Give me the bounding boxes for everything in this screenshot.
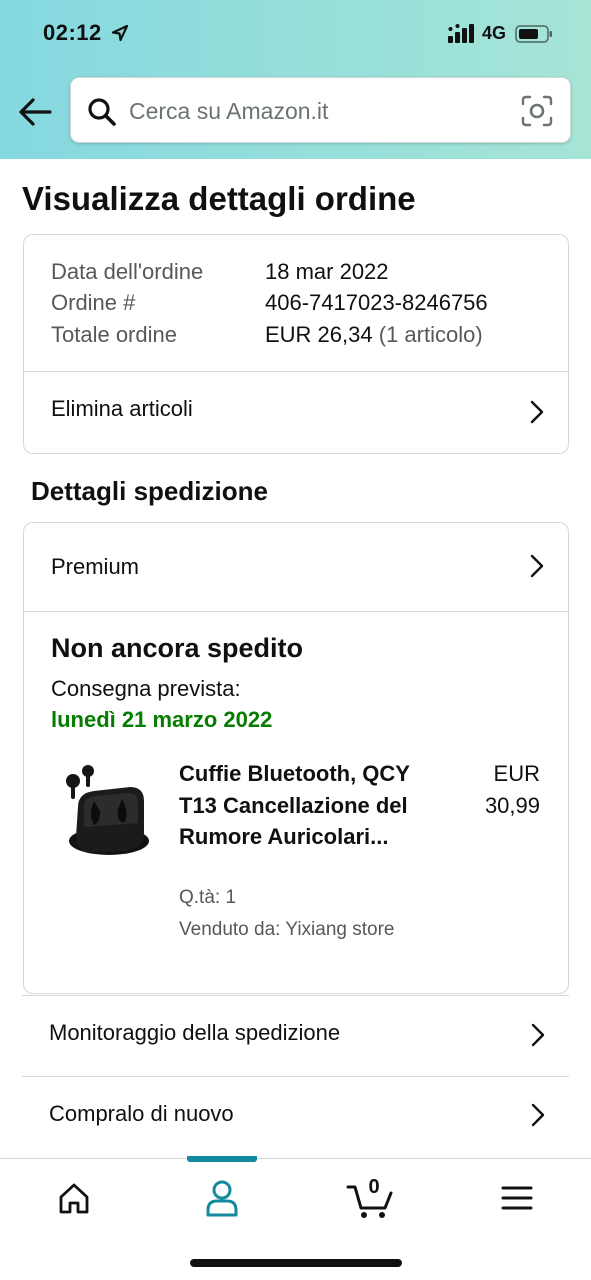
search-input[interactable] <box>129 90 509 132</box>
order-total-value: EUR 26,34 (1 articolo) <box>265 322 483 348</box>
delete-items-label: Elimina articoli <box>51 396 193 421</box>
location-arrow-icon <box>111 24 129 42</box>
delivery-date: lunedì 21 marzo 2022 <box>51 707 273 732</box>
track-shipment-row[interactable]: Monitoraggio della spedizione <box>22 995 569 1075</box>
product-price: EUR 30,99 <box>459 758 540 821</box>
home-icon[interactable] <box>44 1173 104 1223</box>
product-quantity: Q.tà: 1 <box>179 887 237 908</box>
chevron-right-icon <box>531 1103 545 1127</box>
search-bar[interactable] <box>70 77 571 143</box>
order-number-label: Ordine # <box>51 290 136 315</box>
active-tab-indicator <box>187 1156 257 1162</box>
chevron-right-icon <box>530 400 544 424</box>
status-time: 02:12 <box>43 20 102 45</box>
menu-icon[interactable] <box>487 1173 547 1223</box>
shipping-section-title: Dettagli spedizione <box>31 476 268 506</box>
delivery-label: Consegna prevista: <box>51 676 241 701</box>
shipping-method-label: Premium <box>51 554 140 579</box>
shipment-status: Non ancora spedito <box>51 633 304 663</box>
track-shipment-label: Monitoraggio della spedizione <box>49 1020 341 1045</box>
product-seller: Venduto da: Yixiang store <box>179 919 395 940</box>
order-total-items: (1 articolo) <box>378 322 483 347</box>
cart-count-badge: 0 <box>368 1176 380 1198</box>
order-total-label: Totale ordine <box>51 322 177 347</box>
home-indicator <box>190 1259 402 1267</box>
delete-items-row[interactable]: Elimina articoli <box>24 372 568 453</box>
account-icon[interactable] <box>192 1173 252 1223</box>
chevron-right-icon <box>530 554 544 578</box>
product-name[interactable]: Cuffie Bluetooth, QCY T13 Cancellazione … <box>179 758 419 853</box>
chevron-right-icon <box>531 1023 545 1047</box>
divider <box>24 611 568 612</box>
search-icon <box>88 98 116 126</box>
battery-icon <box>515 25 552 43</box>
order-total-amount: EUR 26,34 <box>265 322 373 347</box>
network-type: 4G <box>482 23 507 43</box>
page-title: Visualizza dettagli ordine <box>22 180 416 217</box>
order-summary-card: Data dell'ordine 18 mar 2022 Ordine # 40… <box>23 234 569 454</box>
shipping-card: Premium Non ancora spedito Consegna prev… <box>23 522 569 994</box>
header: 02:12 4G <box>0 0 591 159</box>
product-price-currency: EUR <box>493 761 540 786</box>
order-date-label: Data dell'ordine <box>51 259 204 284</box>
signal-icon <box>448 24 474 43</box>
buy-again-label: Compralo di nuovo <box>49 1101 234 1126</box>
shipping-method-row[interactable]: Premium <box>24 523 568 611</box>
camera-scan-icon[interactable] <box>521 95 553 127</box>
product-image[interactable] <box>64 763 154 863</box>
buy-again-row[interactable]: Compralo di nuovo <box>22 1076 569 1156</box>
order-date-value: 18 mar 2022 <box>265 259 389 284</box>
back-arrow-icon[interactable] <box>16 94 54 130</box>
order-number-value: 406-7417023-8246756 <box>265 290 488 315</box>
product-price-value: 30,99 <box>484 792 540 818</box>
